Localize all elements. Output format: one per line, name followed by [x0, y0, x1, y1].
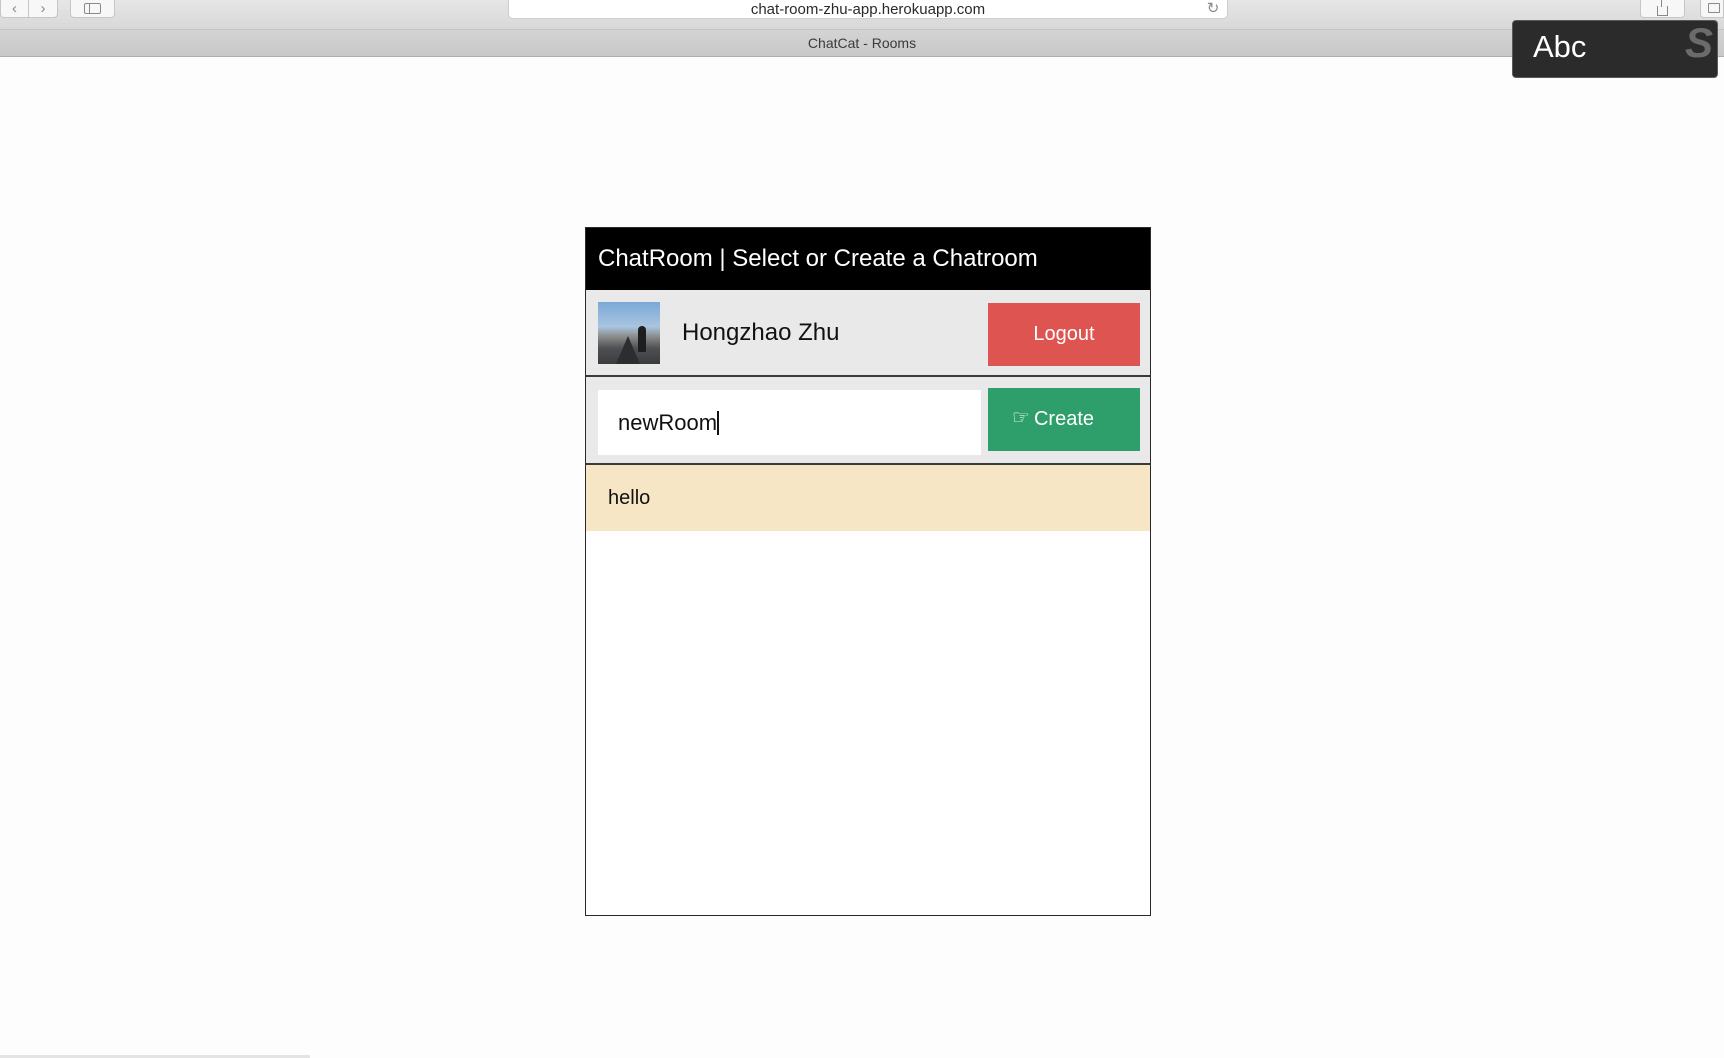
forward-button[interactable]: › [29, 0, 58, 18]
room-list: hello [586, 465, 1150, 531]
back-button[interactable]: ‹ [0, 0, 29, 18]
tabs-icon [1708, 3, 1720, 13]
reload-icon[interactable]: ↻ [1205, 1, 1221, 17]
tab-bar: ChatCat - Rooms [0, 30, 1724, 57]
url-text: chat-room-zhu-app.herokuapp.com [750, 0, 986, 18]
tab-title[interactable]: ChatCat - Rooms [808, 35, 916, 51]
username: Hongzhao Zhu [682, 318, 840, 346]
input-method-indicator: Abc S [1512, 20, 1718, 78]
text-caret [717, 411, 719, 435]
avatar [598, 302, 660, 364]
input-method-label: Abc [1533, 29, 1587, 64]
page-title-bar: ChatRoom | Select or Create a Chatroom [586, 228, 1150, 290]
create-button-label: Create [1033, 408, 1095, 430]
browser-toolbar: ‹ › chat-room-zhu-app.herokuapp.com ↻ [0, 0, 1724, 30]
input-method-badge-icon: S [1684, 20, 1713, 66]
chevron-right-icon: › [40, 0, 46, 17]
address-bar[interactable]: chat-room-zhu-app.herokuapp.com ↻ [508, 0, 1228, 19]
avatar-person-shape [638, 326, 646, 352]
hand-cursor-icon: ☞ [1012, 407, 1030, 429]
chevron-left-icon: ‹ [12, 0, 17, 17]
sidebar-icon [84, 3, 101, 14]
create-room-button[interactable]: ☞ Create [988, 388, 1140, 451]
show-tabs-button[interactable] [1700, 0, 1724, 18]
page-title: ChatRoom | Select or Create a Chatroom [598, 245, 1038, 272]
share-icon [1657, 0, 1668, 16]
chatroom-panel: ChatRoom | Select or Create a Chatroom H… [585, 227, 1151, 916]
sidebar-toggle-button[interactable] [70, 0, 115, 18]
room-name-input[interactable] [598, 390, 981, 455]
create-room-row: ☞ Create [586, 377, 1150, 465]
room-name: hello [608, 486, 651, 509]
share-button[interactable] [1640, 0, 1685, 18]
room-list-item[interactable]: hello [586, 465, 1150, 531]
logout-button[interactable]: Logout [988, 303, 1140, 366]
avatar-road-shape [616, 336, 640, 364]
user-info-row: Hongzhao Zhu Logout [586, 290, 1150, 377]
